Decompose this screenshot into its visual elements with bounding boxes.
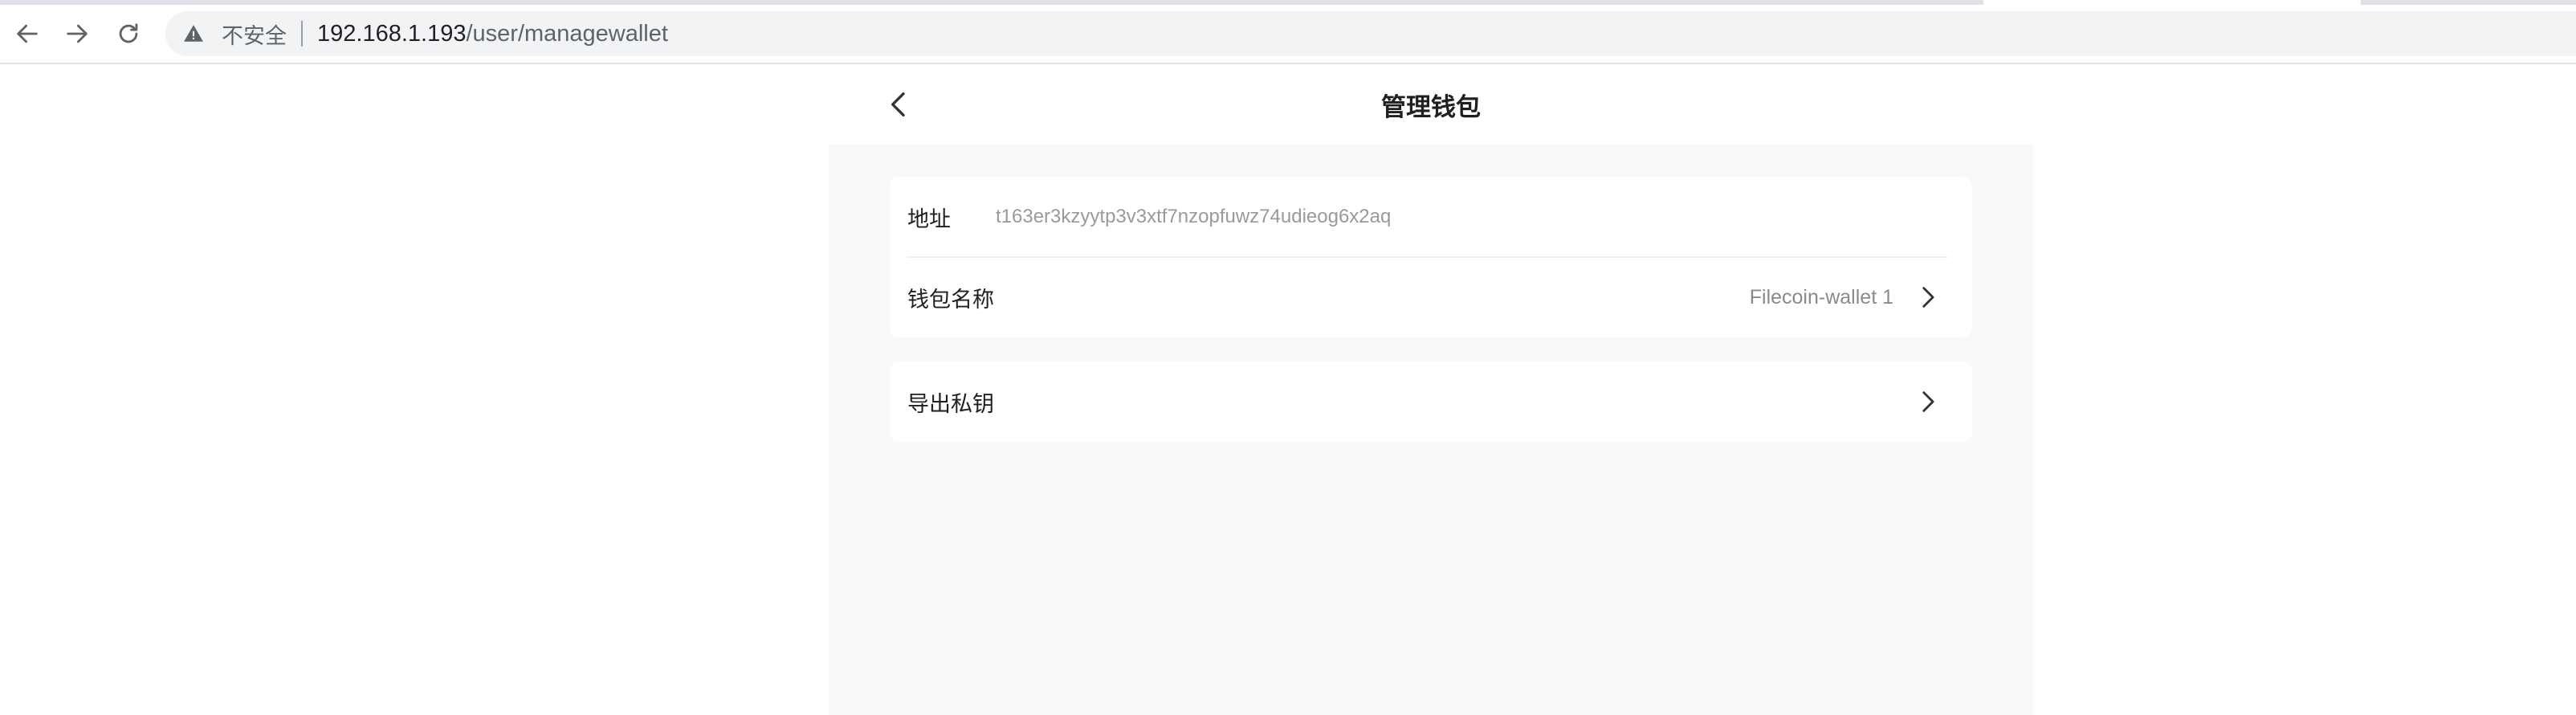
url-path: /user/managewallet	[466, 20, 668, 47]
reload-icon	[119, 23, 138, 43]
warning-triangle-icon[interactable]	[183, 22, 207, 46]
page-container: 管理钱包 地址 t163er3kzyytp3v3xtf7nzopfuwz74ud…	[829, 64, 2033, 715]
chevron-right-icon	[1911, 386, 1943, 418]
address-value: t163er3kzyytp3v3xtf7nzopfuwz74udieog6x2a…	[996, 206, 1392, 227]
page-title: 管理钱包	[1381, 93, 1481, 121]
wallet-name-label: 钱包名称	[907, 287, 994, 312]
address-divider	[301, 21, 303, 47]
page-header: 管理钱包	[829, 64, 2033, 145]
tab-strip	[0, 0, 1983, 5]
address-label: 地址	[907, 206, 951, 231]
browser-reload-button[interactable]	[109, 14, 148, 53]
url-text[interactable]: 192.168.1.193/user/managewallet	[317, 21, 668, 47]
address-bar[interactable]: 不安全 192.168.1.193/user/managewallet	[165, 11, 2576, 56]
url-host: 192.168.1.193	[317, 20, 467, 47]
address-row: 地址 t163er3kzyytp3v3xtf7nzopfuwz74udieog6…	[890, 177, 1972, 257]
export-card: 导出私钥	[890, 362, 1972, 442]
arrow-right-icon	[67, 24, 88, 43]
export-private-key-row[interactable]: 导出私钥	[890, 362, 1972, 442]
wallet-name-row[interactable]: 钱包名称 Filecoin-wallet 1	[890, 257, 1972, 337]
chevron-right-icon	[1911, 281, 1943, 313]
browser-toolbar: 不安全 192.168.1.193/user/managewallet	[0, 0, 2576, 64]
wallet-name-value: Filecoin-wallet 1	[1749, 285, 1893, 308]
browser-back-button[interactable]	[8, 14, 47, 53]
tab-strip-right	[2361, 0, 2576, 5]
security-status-label[interactable]: 不安全	[222, 18, 287, 50]
wallet-info-card: 地址 t163er3kzyytp3v3xtf7nzopfuwz74udieog6…	[890, 177, 1972, 337]
export-private-key-label: 导出私钥	[907, 391, 994, 416]
browser-forward-button[interactable]	[58, 14, 96, 53]
arrow-left-icon	[17, 24, 38, 43]
